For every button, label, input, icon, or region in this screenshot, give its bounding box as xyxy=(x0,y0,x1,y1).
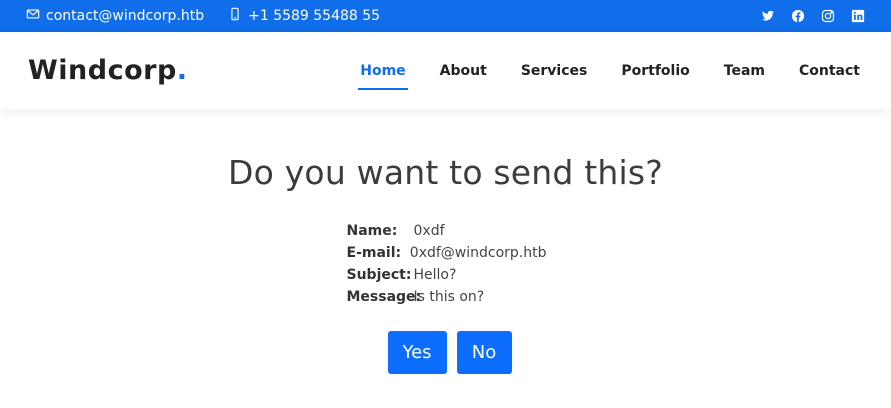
message-value: Is this on? xyxy=(413,289,485,305)
linkedin-icon[interactable] xyxy=(851,9,865,23)
email-value: 0xdf@windcorp.htb xyxy=(409,245,547,261)
social-links xyxy=(761,9,865,23)
detail-row-email: E-mail: 0xdf@windcorp.htb xyxy=(347,242,547,264)
message-details: Name: 0xdf E-mail: 0xdf@windcorp.htb Sub… xyxy=(347,220,547,308)
contact-phone: +1 5589 55488 55 xyxy=(248,8,381,24)
envelope-icon xyxy=(26,7,40,25)
instagram-icon[interactable] xyxy=(821,9,835,23)
email-contact: contact@windcorp.htb xyxy=(26,7,204,25)
phone-icon xyxy=(228,7,242,25)
top-bar: contact@windcorp.htb +1 5589 55488 55 xyxy=(0,0,891,32)
message-label: Message: xyxy=(346,289,422,305)
nav-team[interactable]: Team xyxy=(722,55,767,87)
phone-contact: +1 5589 55488 55 xyxy=(228,7,380,25)
name-label: Name: xyxy=(346,223,398,239)
main-nav: Home About Services Portfolio Team Conta… xyxy=(358,55,862,90)
logo-text: Windcorp xyxy=(28,55,177,86)
name-value: 0xdf xyxy=(413,223,445,239)
nav-about[interactable]: About xyxy=(438,55,489,87)
nav-home[interactable]: Home xyxy=(358,55,409,90)
site-header: Windcorp. Home About Services Portfolio … xyxy=(0,32,891,109)
facebook-icon[interactable] xyxy=(791,9,805,23)
confirm-buttons: Yes No xyxy=(4,331,891,374)
detail-row-subject: Subject: Hello? xyxy=(347,264,547,286)
subject-value: Hello? xyxy=(413,267,457,283)
no-button[interactable]: No xyxy=(456,331,512,374)
confirmation-section: Do you want to send this? Name: 0xdf E-m… xyxy=(0,109,891,374)
yes-button[interactable]: Yes xyxy=(387,331,447,374)
nav-contact[interactable]: Contact xyxy=(797,55,862,87)
email-label: E-mail: xyxy=(346,245,402,261)
contact-info: contact@windcorp.htb +1 5589 55488 55 xyxy=(26,7,380,25)
detail-row-message: Message: Is this on? xyxy=(347,286,547,308)
contact-email[interactable]: contact@windcorp.htb xyxy=(46,8,204,24)
twitter-icon[interactable] xyxy=(761,9,775,23)
page-title: Do you want to send this? xyxy=(228,153,663,192)
subject-label: Subject: xyxy=(346,267,412,283)
site-logo[interactable]: Windcorp. xyxy=(28,55,188,86)
logo-dot: . xyxy=(176,55,188,86)
nav-services[interactable]: Services xyxy=(519,55,590,87)
nav-portfolio[interactable]: Portfolio xyxy=(619,55,691,87)
detail-row-name: Name: 0xdf xyxy=(347,220,547,242)
